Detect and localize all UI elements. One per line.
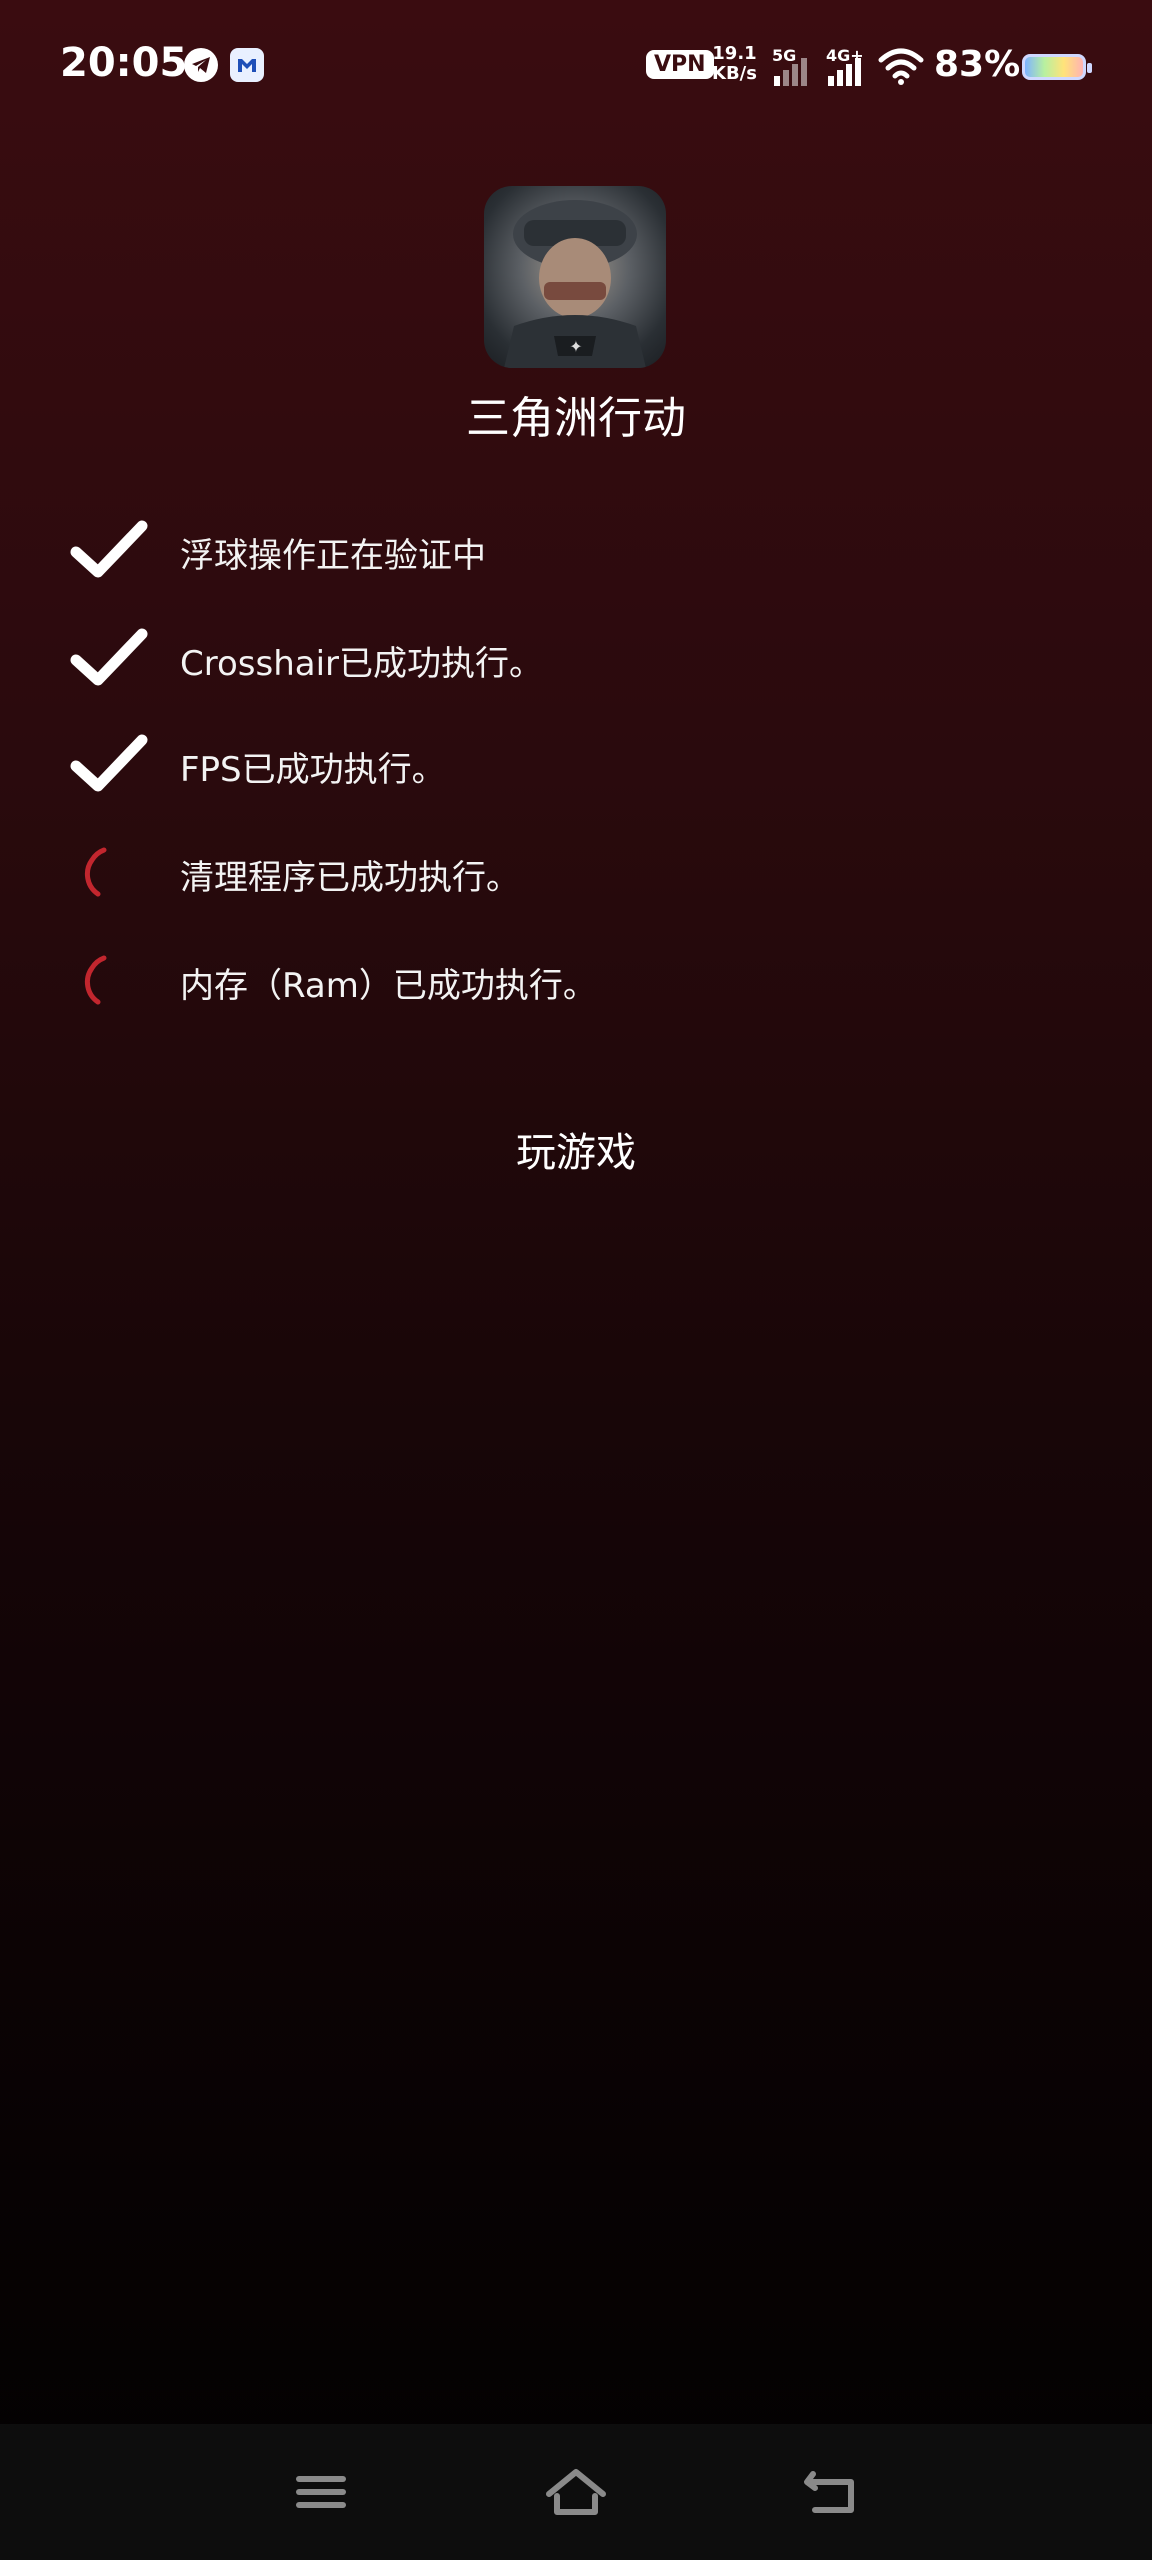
back-icon[interactable] <box>797 2460 867 2524</box>
network-speed: 19.1 KB/s <box>712 44 757 84</box>
check-icon <box>70 626 150 690</box>
check-icon <box>70 518 150 582</box>
task-label: FPS已成功执行。 <box>180 750 446 790</box>
mail-icon <box>230 48 264 82</box>
vpn-badge: VPN <box>646 50 714 79</box>
signal-4g-icon <box>828 58 864 86</box>
task-floating-ball: 浮球操作正在验证中 <box>70 500 1070 600</box>
app-title: 三角洲行动 <box>466 393 686 444</box>
spinner-icon <box>70 948 150 1012</box>
task-ram: 内存（Ram）已成功执行。 <box>70 930 1070 1030</box>
system-navigation-bar <box>0 2424 1152 2560</box>
signal-5g-icon <box>774 58 810 86</box>
soldier-app-icon: ✦ <box>484 186 666 368</box>
wifi-icon <box>878 46 924 90</box>
telegram-icon <box>184 48 218 82</box>
status-bar: 20:05 VPN 19.1 KB/s 5G 4G+ 83% <box>0 0 1152 136</box>
home-icon[interactable] <box>541 2460 611 2524</box>
task-label: Crosshair已成功执行。 <box>180 644 544 684</box>
svg-text:✦: ✦ <box>569 337 582 356</box>
spinner-icon <box>70 840 150 904</box>
speed-unit: KB/s <box>712 63 757 84</box>
battery-percent: 83% <box>934 44 1021 85</box>
task-label: 清理程序已成功执行。 <box>180 858 520 898</box>
clock: 20:05 <box>60 40 188 86</box>
task-label: 内存（Ram）已成功执行。 <box>180 966 597 1006</box>
task-label: 浮球操作正在验证中 <box>180 536 486 576</box>
battery-icon <box>1022 54 1092 80</box>
task-crosshair: Crosshair已成功执行。 <box>70 608 1070 708</box>
play-game-button[interactable]: 玩游戏 <box>476 1116 676 1190</box>
speed-value: 19.1 <box>712 43 757 64</box>
menu-icon[interactable] <box>286 2460 356 2524</box>
check-icon <box>70 732 150 796</box>
task-fps: FPS已成功执行。 <box>70 714 1070 814</box>
task-cleaner: 清理程序已成功执行。 <box>70 822 1070 922</box>
